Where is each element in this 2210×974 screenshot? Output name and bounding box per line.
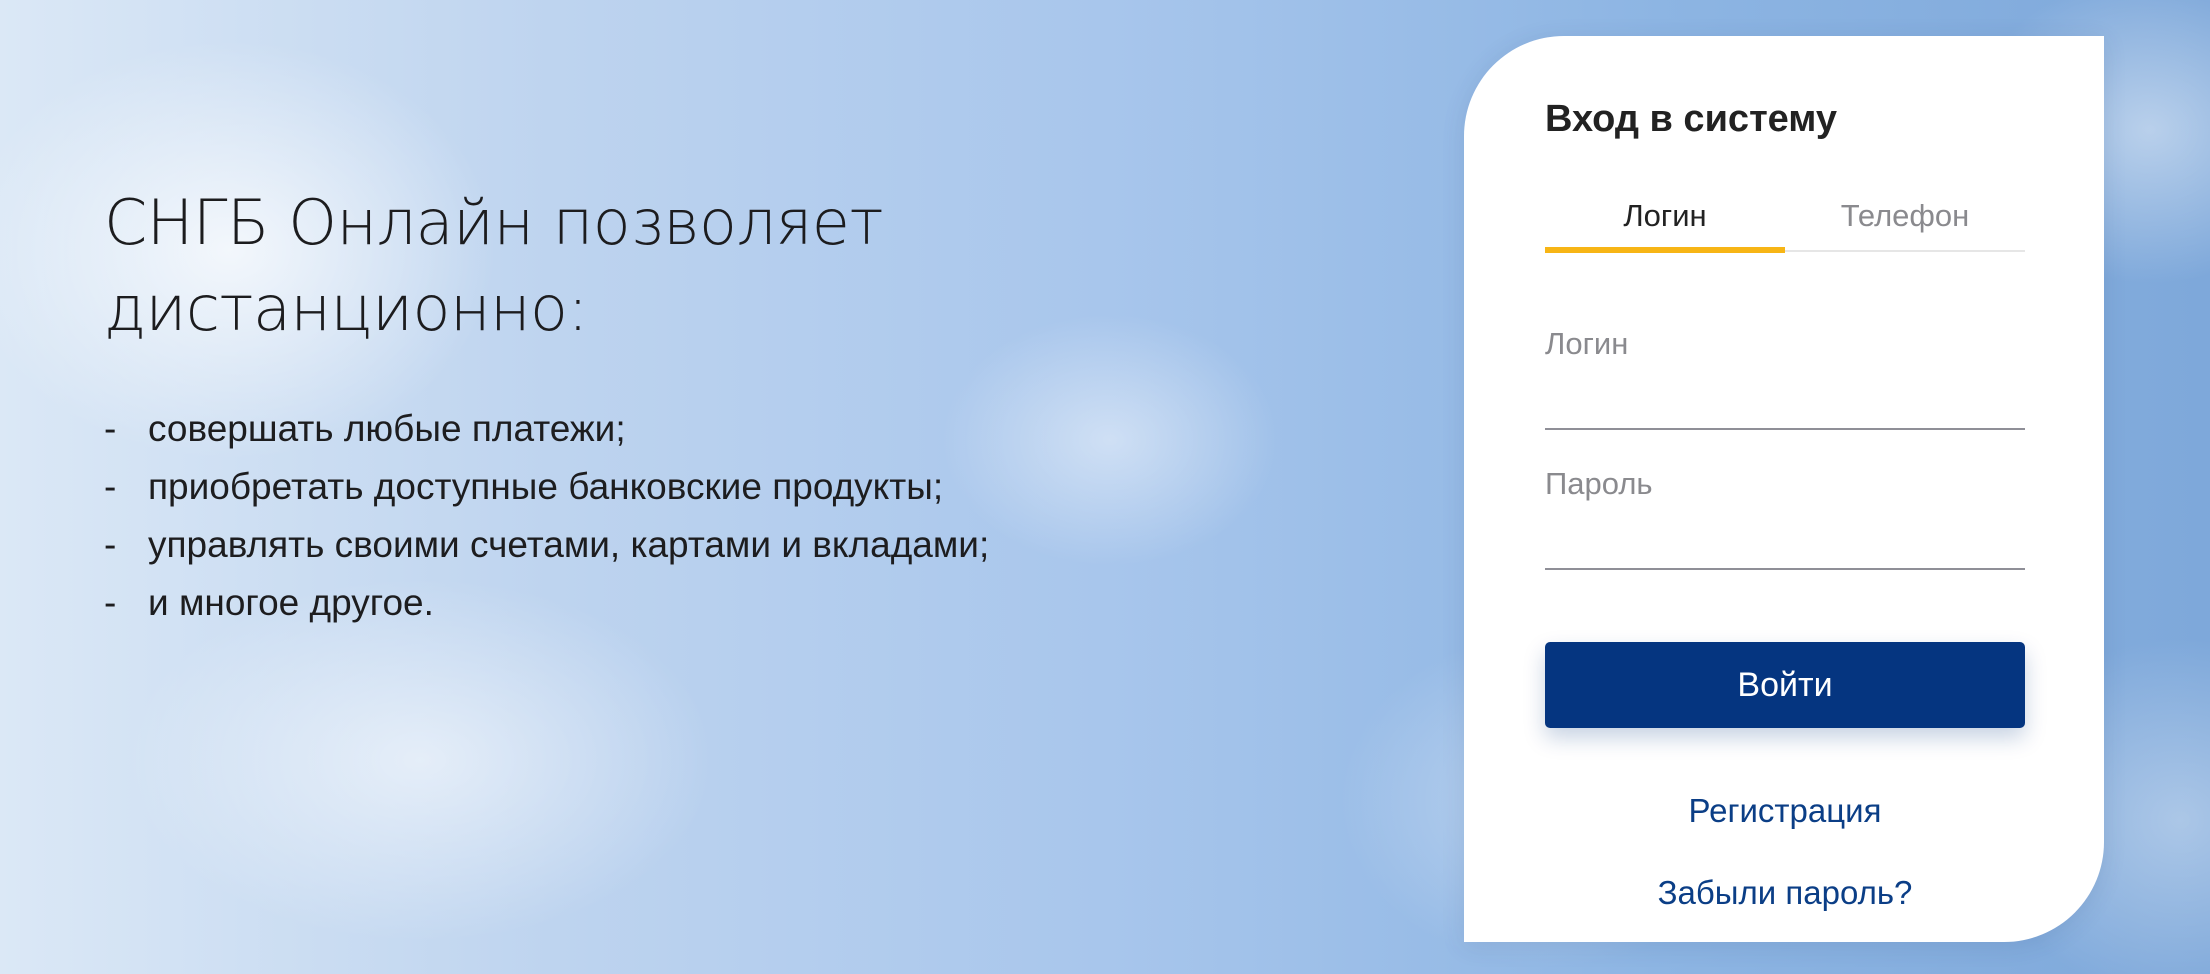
feature-text: совершать любые платежи; bbox=[148, 408, 626, 449]
login-field-group: Логин bbox=[1545, 326, 2025, 430]
register-link[interactable]: Регистрация bbox=[1545, 792, 2025, 830]
dash-bullet: - bbox=[104, 408, 117, 449]
dash-bullet: - bbox=[104, 466, 117, 507]
list-item: - совершать любые платежи; bbox=[104, 400, 1104, 458]
login-card: Вход в систему Логин Телефон Логин Парол… bbox=[1464, 36, 2104, 942]
login-method-tabs: Логин Телефон bbox=[1545, 186, 2025, 253]
tab-login[interactable]: Логин bbox=[1545, 186, 1785, 253]
login-input[interactable] bbox=[1545, 376, 2025, 430]
login-title: Вход в систему bbox=[1545, 98, 1838, 140]
dash-bullet: - bbox=[104, 524, 117, 565]
login-button[interactable]: Войти bbox=[1545, 642, 2025, 728]
list-item: - и многое другое. bbox=[104, 574, 1104, 632]
forgot-password-link[interactable]: Забыли пароль? bbox=[1545, 874, 2025, 912]
login-field-label: Логин bbox=[1545, 326, 1629, 361]
password-field-label: Пароль bbox=[1545, 466, 1653, 501]
list-item: - управлять своими счетами, картами и вк… bbox=[104, 516, 1104, 574]
dash-bullet: - bbox=[104, 582, 117, 623]
password-field-group: Пароль bbox=[1545, 466, 2025, 570]
password-input[interactable] bbox=[1545, 516, 2025, 570]
tab-phone[interactable]: Телефон bbox=[1785, 186, 2025, 250]
list-item: - приобретать доступные банковские проду… bbox=[104, 458, 1104, 516]
feature-text: управлять своими счетами, картами и вкла… bbox=[148, 524, 990, 565]
promo-section: СНГБ Онлайн позволяет дистанционно: - со… bbox=[104, 180, 1104, 632]
feature-text: приобретать доступные банковские продукт… bbox=[148, 466, 944, 507]
promo-title-line-2: дистанционно: bbox=[104, 272, 588, 345]
feature-list: - совершать любые платежи; - приобретать… bbox=[104, 400, 1104, 632]
feature-text: и многое другое. bbox=[148, 582, 434, 623]
promo-title: СНГБ Онлайн позволяет дистанционно: bbox=[104, 180, 1104, 352]
promo-title-line-1: СНГБ Онлайн позволяет bbox=[104, 186, 883, 259]
